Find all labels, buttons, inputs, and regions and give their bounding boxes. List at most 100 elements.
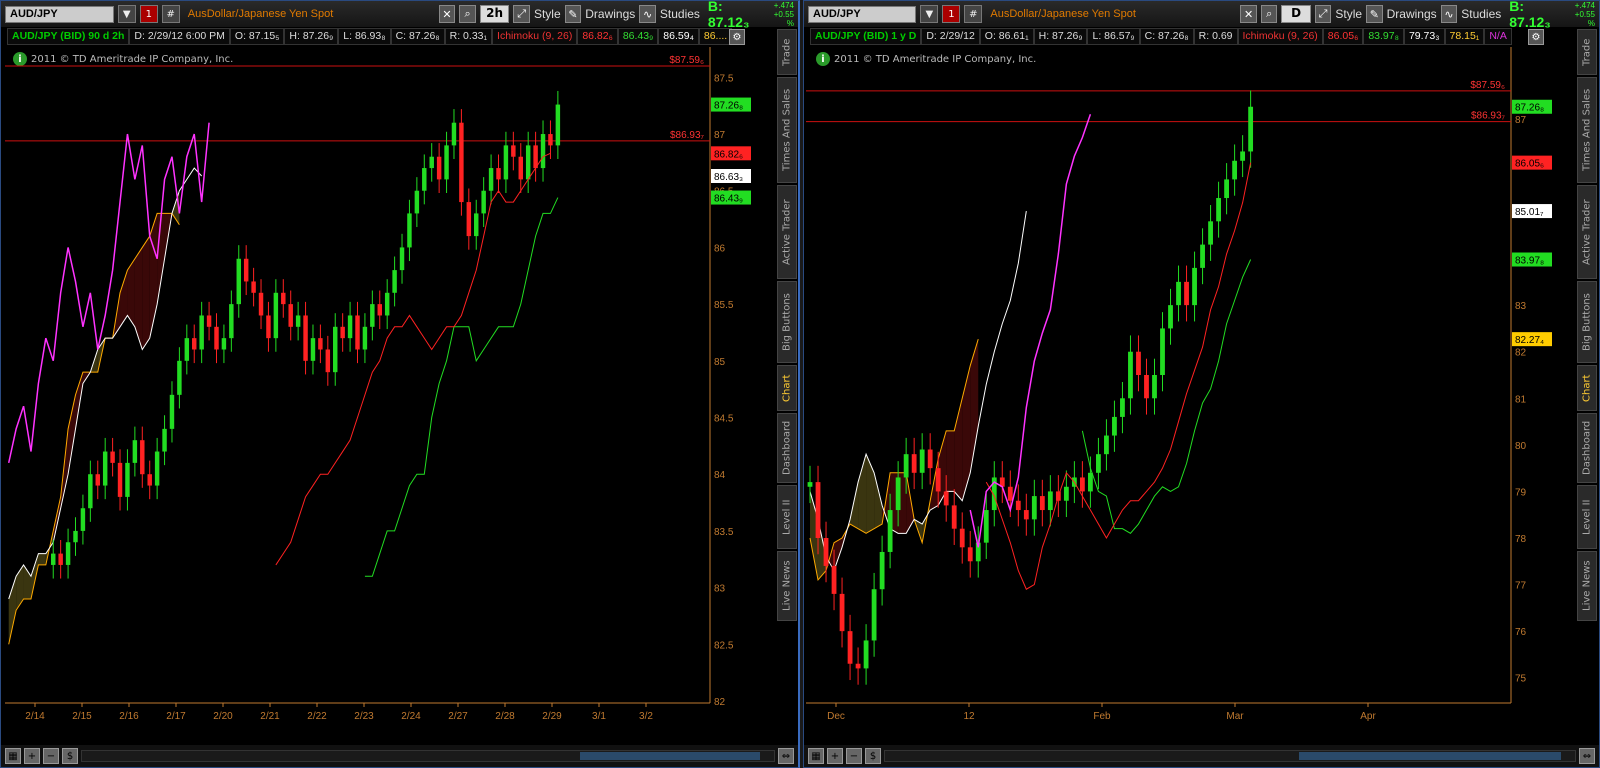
y-tick-label: 87 (714, 130, 726, 141)
price-chart-daily[interactable]: $87.59₆$86.93₇75767778798081828384858687… (806, 47, 1561, 727)
candle-body (243, 258, 249, 282)
study-value-span-a: 86.59₄ (658, 28, 699, 45)
candle-body (533, 145, 538, 169)
side-tab-active-trader[interactable]: Active Trader (1577, 185, 1597, 279)
zoom-out-icon[interactable]: − (846, 748, 862, 764)
drawings-menu[interactable]: Drawings (1387, 7, 1437, 21)
price-marker-text: 86.43₉ (714, 194, 743, 205)
candle-body (318, 338, 323, 350)
drawings-menu[interactable]: Drawings (585, 7, 635, 21)
x-tick-label: 2/28 (495, 711, 515, 722)
style-icon[interactable]: ⤢ (513, 5, 530, 23)
cloud-segment (858, 454, 867, 534)
drawings-icon[interactable]: ✎ (564, 5, 582, 23)
scroll-thumb[interactable] (1299, 752, 1562, 760)
side-tab-big-buttons[interactable]: Big Buttons (1577, 281, 1597, 363)
grid-icon[interactable]: # (964, 5, 983, 23)
chart-settings-icon[interactable]: ⚙ (729, 29, 745, 45)
price-chart-2h[interactable]: $87.59₆ $86.93₇ 82 82.5 83 83.5 84 84.5 85 85.5 86… (5, 47, 760, 727)
aggregation-button[interactable]: D (1281, 5, 1311, 23)
side-tab-times-and-sales[interactable]: Times And Sales (777, 77, 797, 183)
studies-menu[interactable]: Studies (1461, 7, 1501, 21)
study-label[interactable]: Ichimoku (9, 26) (1237, 28, 1323, 45)
x-tick-label: 2/29 (542, 711, 562, 722)
studies-menu[interactable]: Studies (660, 7, 700, 21)
symbol-description: AusDollar/Japanese Yen Spot (990, 8, 1136, 20)
candle-body (221, 338, 227, 350)
zoom-in-icon[interactable]: + (24, 748, 40, 764)
time-scrollbar[interactable] (884, 750, 1576, 762)
candle-body (839, 593, 845, 632)
expand-icon[interactable]: ⇔ (1579, 748, 1595, 764)
symbol-dropdown-icon[interactable]: ▼ (117, 5, 136, 23)
zoom-in-icon[interactable]: + (827, 748, 843, 764)
y-tick-label: 86 (714, 243, 726, 254)
aggregation-button[interactable]: 2h (479, 5, 510, 23)
candle-body (879, 551, 885, 590)
crosshair-icon[interactable]: ✕ (438, 5, 456, 23)
side-tab-active-trader[interactable]: Active Trader (777, 185, 797, 279)
candle-body (169, 394, 175, 429)
x-tick-label: Apr (1360, 711, 1376, 722)
side-tab-trade[interactable]: Trade (1577, 29, 1597, 75)
candle-body (266, 315, 271, 339)
style-menu[interactable]: Style (534, 7, 561, 21)
y-tick-label: 76 (1515, 627, 1527, 638)
candle-body (73, 530, 78, 543)
candle-body (58, 553, 63, 565)
side-tab-level-ii[interactable]: Level II (777, 485, 797, 549)
link-icon[interactable]: 1 (139, 5, 158, 23)
x-tick-label: 2/15 (72, 711, 92, 722)
chart-symbol-label[interactable]: AUD/JPY (BID) 1 y D (810, 28, 922, 45)
symbol-input[interactable]: AUD/JPY (808, 5, 917, 23)
side-tab-live-news[interactable]: Live News (777, 551, 797, 621)
crosshair-icon[interactable]: ✕ (1240, 5, 1257, 23)
zoom-icon[interactable]: ⌕ (459, 5, 476, 23)
candle-body (518, 156, 523, 180)
dollar-icon[interactable]: $ (62, 748, 78, 764)
scroll-thumb[interactable] (580, 752, 761, 760)
x-tick-label: 2/21 (260, 711, 280, 722)
side-tab-live-news[interactable]: Live News (1577, 551, 1597, 621)
candle-body (206, 315, 212, 327)
side-tab-times-and-sales[interactable]: Times And Sales (1577, 77, 1597, 183)
bar-date: D: 2/29/12 (921, 28, 980, 45)
side-tab-chart[interactable]: Chart (777, 365, 797, 411)
zoom-icon[interactable]: ⌕ (1260, 5, 1278, 23)
side-tab-level-ii[interactable]: Level II (1577, 485, 1597, 549)
candle-body (1039, 496, 1045, 511)
time-scrollbar[interactable] (81, 750, 775, 762)
candle-body (451, 122, 457, 146)
chart-symbol-label[interactable]: AUD/JPY (BID) 90 d 2h (7, 28, 130, 45)
link-icon[interactable]: 1 (942, 5, 961, 23)
side-tab-dashboard[interactable]: Dashboard (1577, 413, 1597, 483)
candle-body (511, 145, 516, 157)
candle-body (51, 553, 56, 565)
study-label[interactable]: Ichimoku (9, 26) (492, 28, 578, 45)
side-tabs: Trade Times And Sales Active Trader Big But… (777, 29, 797, 727)
side-tab-trade[interactable]: Trade (777, 29, 797, 75)
drawings-icon[interactable]: ✎ (1366, 5, 1383, 23)
y-tick-label: 84.5 (714, 414, 734, 425)
net-change-value: +.474 (773, 0, 794, 10)
studies-icon[interactable]: ∿ (1440, 5, 1458, 23)
candle-body (1224, 179, 1229, 199)
symbol-input[interactable]: AUD/JPY (5, 5, 114, 23)
study-value-span-a: 79.73₃ (1403, 28, 1445, 45)
grid-layout-icon[interactable]: ▦ (5, 748, 21, 764)
grid-layout-icon[interactable]: ▦ (808, 748, 824, 764)
side-tab-big-buttons[interactable]: Big Buttons (777, 281, 797, 363)
symbol-dropdown-icon[interactable]: ▼ (920, 5, 939, 23)
chart-settings-icon[interactable]: ⚙ (1528, 29, 1544, 45)
zoom-out-icon[interactable]: − (43, 748, 59, 764)
grid-icon[interactable]: # (161, 5, 180, 23)
style-menu[interactable]: Style (1335, 7, 1362, 21)
side-tab-chart[interactable]: Chart (1577, 365, 1597, 411)
studies-icon[interactable]: ∿ (639, 5, 656, 23)
side-tab-dashboard[interactable]: Dashboard (777, 413, 797, 483)
tenkan-sen-line (275, 152, 551, 566)
y-tick-label: 78 (1515, 534, 1527, 545)
dollar-icon[interactable]: $ (865, 748, 881, 764)
style-icon[interactable]: ⤢ (1314, 5, 1332, 23)
expand-icon[interactable]: ⇔ (778, 748, 794, 764)
